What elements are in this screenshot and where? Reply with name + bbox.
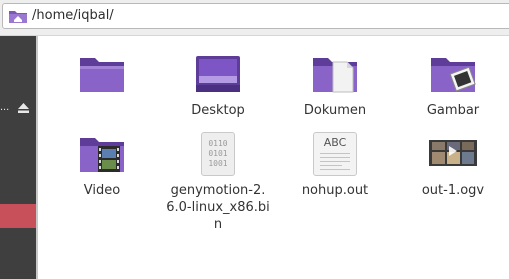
file-name: genymotion-2.6.0-linux_x86.bin xyxy=(166,183,270,232)
eject-icon[interactable] xyxy=(18,103,29,113)
file-item-video[interactable]: Video xyxy=(54,132,150,199)
file-item-nohup[interactable]: ABC nohup.out xyxy=(287,132,383,199)
file-name: Gambar xyxy=(426,103,480,118)
location-field[interactable]: /home/iqbal/ xyxy=(2,3,509,29)
binary-file-icon: 0110 0101 1001 xyxy=(201,132,235,176)
file-item-genymotion[interactable]: 0110 0101 1001 genymotion-2.6.0-linux_x8… xyxy=(162,132,274,233)
text-line-decoration xyxy=(320,161,350,162)
sidebar-item-selected[interactable] xyxy=(0,204,36,228)
file-item-out-ogv[interactable]: out-1.ogv xyxy=(405,132,501,199)
binary-glyph-line: 0101 xyxy=(208,149,228,158)
text-glyph: ABC xyxy=(323,136,347,149)
file-name: Desktop xyxy=(191,103,245,118)
file-item-desktop[interactable]: Desktop xyxy=(170,52,266,119)
file-name: Video xyxy=(83,183,121,198)
file-item-home[interactable] xyxy=(54,52,150,96)
sidebar-item-label[interactable]: ... xyxy=(0,101,9,113)
location-path[interactable]: /home/iqbal/ xyxy=(32,8,114,23)
home-folder-icon xyxy=(9,11,27,23)
folder-desktop-icon xyxy=(196,56,240,92)
location-bar: /home/iqbal/ xyxy=(0,0,509,36)
folder-pictures-icon xyxy=(431,58,476,92)
text-line-decoration xyxy=(320,157,350,158)
binary-glyph-line: 1001 xyxy=(208,159,228,168)
file-name: Dokumen xyxy=(303,103,367,118)
text-line-decoration xyxy=(320,153,350,154)
file-item-gambar[interactable]: Gambar xyxy=(405,52,501,119)
sidebar: ... xyxy=(0,36,38,279)
file-name: out-1.ogv xyxy=(421,183,485,198)
folder-videos-icon xyxy=(80,138,124,172)
folder-documents-icon xyxy=(313,58,357,93)
video-thumbnail-icon xyxy=(429,140,477,166)
binary-glyph-line: 0110 xyxy=(208,139,228,148)
folder-icon xyxy=(80,58,124,92)
file-name: nohup.out xyxy=(301,183,369,198)
file-item-dokumen[interactable]: Dokumen xyxy=(287,52,383,119)
text-line-decoration xyxy=(320,169,350,170)
text-line-decoration xyxy=(320,165,342,166)
text-file-icon: ABC xyxy=(313,132,357,176)
